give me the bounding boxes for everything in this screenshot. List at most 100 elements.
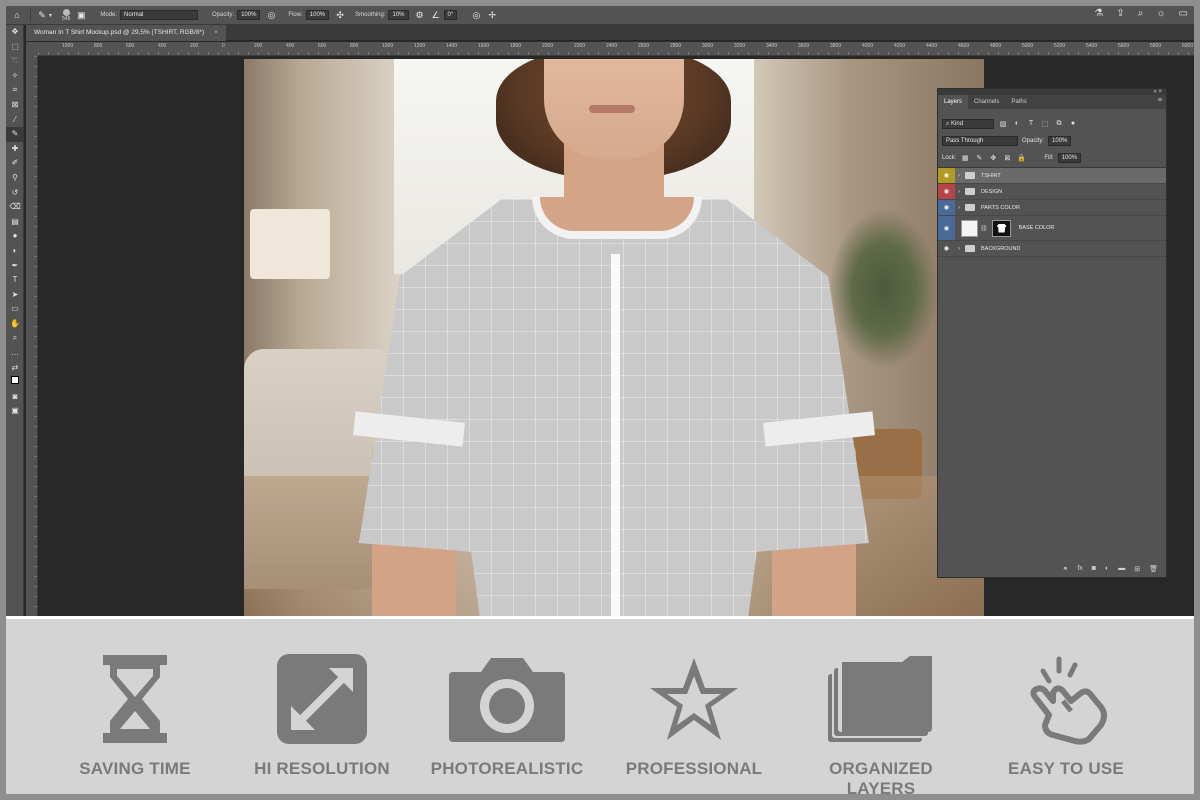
color-swatches[interactable] [6, 375, 24, 390]
adjustment-layer-icon[interactable]: ◐ [1105, 565, 1109, 573]
filter-pixel-icon[interactable]: ▨ [998, 120, 1008, 128]
path-selection-tool-icon[interactable]: ➤ [6, 288, 24, 303]
type-tool-icon[interactable]: T [6, 273, 24, 288]
hand-tool-icon[interactable]: ✋ [6, 317, 24, 332]
visibility-eye-icon[interactable]: ◉ [938, 241, 955, 256]
eraser-tool-icon[interactable]: ⌫ [6, 200, 24, 215]
move-tool-icon[interactable]: ✥ [6, 25, 24, 40]
blend-mode-select[interactable]: Pass Through [942, 135, 1018, 146]
swap-colors-icon[interactable]: ⇄ [6, 361, 24, 376]
layer-row[interactable]: ◉ › TSHIRT [938, 168, 1166, 184]
frame-tool-icon[interactable]: ⊠ [6, 98, 24, 113]
lock-all-icon[interactable]: 🔒 [1016, 154, 1026, 162]
lock-pixels-icon[interactable]: ✎ [974, 154, 984, 162]
more-tools-icon[interactable]: … [6, 346, 24, 361]
clone-stamp-tool-icon[interactable]: ⚲ [6, 171, 24, 186]
pressure-size-icon[interactable]: ◎ [471, 10, 481, 20]
lock-transparent-icon[interactable]: ▦ [960, 154, 970, 162]
eyedropper-tool-icon[interactable]: ⁄ [6, 113, 24, 128]
magic-wand-tool-icon[interactable]: ✧ [6, 69, 24, 84]
layer-row[interactable]: ◉ ⛓ BASE COLOR [938, 216, 1166, 241]
home-icon[interactable]: ⌂ [12, 10, 22, 20]
visibility-eye-icon[interactable]: ◉ [938, 184, 955, 199]
gear-icon[interactable]: ⚙ [415, 10, 425, 20]
canvas-collar [532, 197, 702, 239]
ruler-tick-label: 1000 [62, 43, 74, 49]
layer-row[interactable]: ◉ › DESIGN [938, 184, 1166, 200]
blur-tool-icon[interactable]: ● [6, 229, 24, 244]
delete-layer-icon[interactable]: 🗑 [1149, 565, 1158, 573]
feature-label: HI RESOLUTION [254, 759, 390, 778]
fill-field[interactable]: 100% [1057, 152, 1082, 163]
airbrush-icon[interactable]: ✣ [335, 10, 345, 20]
brush-tool-icon[interactable]: ✎ [37, 10, 47, 20]
smoothing-field[interactable]: 10% [388, 10, 409, 20]
crop-tool-icon[interactable]: ⌗ [6, 83, 24, 98]
mask-link-icon[interactable]: ⛓ [980, 225, 988, 232]
layer-row[interactable]: ◉ › PARTS COLOR [938, 200, 1166, 216]
filter-smart-object-icon[interactable]: ⧉ [1054, 120, 1064, 128]
brush-preset-picker[interactable]: 545 [62, 8, 70, 22]
tab-layers[interactable]: Layers [938, 95, 969, 109]
workspace-icon[interactable]: ▭ [1179, 8, 1188, 19]
brush-tool-icon[interactable]: ✎ [6, 127, 24, 142]
expand-chevron-icon[interactable]: › [955, 246, 963, 252]
quick-mask-icon[interactable]: ◙ [6, 390, 24, 405]
visibility-eye-icon[interactable]: ◉ [938, 216, 955, 240]
vertical-ruler[interactable] [26, 56, 38, 616]
filter-shape-icon[interactable]: ⬚ [1040, 120, 1050, 128]
layer-name: DESIGN [981, 188, 1003, 195]
marquee-tool-icon[interactable]: ⬚ [6, 40, 24, 55]
gradient-tool-icon[interactable]: ▤ [6, 215, 24, 230]
flow-field[interactable]: 100% [305, 10, 330, 20]
lock-position-icon[interactable]: ✥ [988, 154, 998, 162]
opacity-field[interactable]: 100% [237, 10, 261, 20]
link-layers-icon[interactable]: ⚭ [1062, 565, 1068, 573]
camera-icon [422, 649, 592, 749]
healing-tool-icon[interactable]: ✚ [6, 142, 24, 157]
new-group-icon[interactable]: ▬ [1118, 565, 1125, 573]
add-mask-icon[interactable]: ◙ [1092, 565, 1096, 573]
layer-style-icon[interactable]: fx [1077, 565, 1082, 573]
document-tab[interactable]: Woman In T Shirt Mockup.psd @ 29,5% (TSH… [26, 25, 226, 41]
visibility-eye-icon[interactable]: ◉ [938, 168, 955, 183]
rectangle-tool-icon[interactable]: ▭ [6, 302, 24, 317]
visibility-eye-icon[interactable]: ◉ [938, 200, 955, 215]
new-layer-icon[interactable]: ⊞ [1134, 565, 1140, 573]
filter-type-icon[interactable]: T [1026, 120, 1036, 127]
zoom-tool-icon[interactable]: ⌕ [6, 331, 24, 346]
lasso-tool-icon[interactable]: ➰ [6, 54, 24, 69]
filter-adjustment-icon[interactable]: ◐ [1012, 120, 1022, 127]
panel-menu-icon[interactable]: ≡ [1158, 97, 1162, 104]
layer-row[interactable]: ◉ › BACKGROUND [938, 241, 1166, 257]
search-icon[interactable]: ⌕ [1138, 8, 1144, 19]
mode-select[interactable]: Normal [120, 10, 199, 20]
ruler-tick-label: 200 [254, 43, 263, 49]
tab-paths[interactable]: Paths [1005, 95, 1032, 109]
symmetry-icon[interactable]: ✢ [487, 10, 497, 20]
expand-chevron-icon[interactable]: › [955, 173, 963, 179]
brightness-icon[interactable]: ☼ [1156, 8, 1165, 19]
dodge-tool-icon[interactable]: ◐ [6, 244, 24, 259]
ruler-tick-label: 2600 [638, 43, 650, 49]
document-canvas[interactable] [244, 59, 984, 616]
filter-toggle-icon[interactable]: ● [1068, 120, 1078, 127]
brush-settings-icon[interactable]: ▣ [76, 10, 86, 20]
close-tab-icon[interactable]: × [214, 25, 218, 41]
layer-opacity-field[interactable]: 100% [1048, 135, 1072, 146]
layer-mask-thumbnail[interactable] [991, 219, 1011, 237]
lock-artboard-icon[interactable]: ⊠ [1002, 154, 1012, 162]
tab-channels[interactable]: Channels [968, 95, 1005, 109]
pencil-tool-icon[interactable]: ✐ [6, 156, 24, 171]
screen-mode-icon[interactable]: ▣ [6, 404, 24, 419]
share-icon[interactable]: ⇪ [1116, 8, 1124, 19]
filter-kind-select[interactable]: ⌕ Kind [942, 118, 994, 129]
expand-chevron-icon[interactable]: › [955, 189, 963, 195]
pen-tool-icon[interactable]: ✒ [6, 259, 24, 274]
angle-field[interactable]: 0° [443, 10, 458, 20]
history-brush-tool-icon[interactable]: ↺ [6, 186, 24, 201]
pressure-opacity-icon[interactable]: ◎ [266, 10, 276, 20]
horizontal-ruler[interactable]: 1000 800 600 400 200 0 200 400 600 800 1000 1200 140… [38, 42, 1194, 56]
expand-chevron-icon[interactable]: › [955, 205, 963, 211]
flask-icon[interactable]: ⚗ [1094, 8, 1103, 19]
